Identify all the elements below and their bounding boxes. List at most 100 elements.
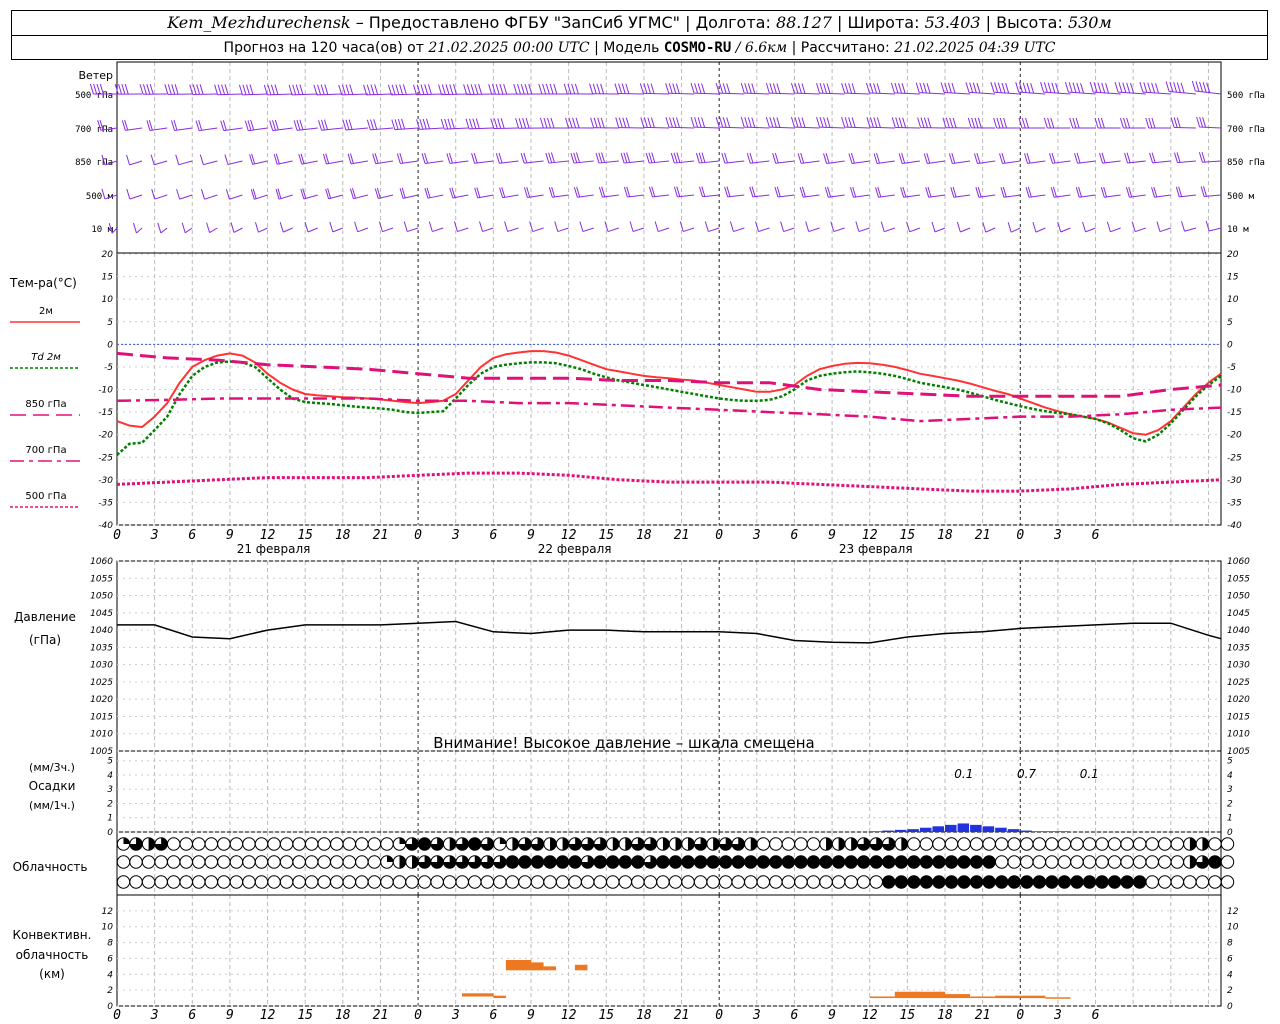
pressure-tick-right: 1025 <box>1227 678 1250 688</box>
wind-barb <box>715 83 745 95</box>
wind-barb-flag <box>504 221 509 232</box>
cloud-symbol <box>493 837 507 851</box>
wind-barb <box>1000 186 1021 198</box>
wind-barb <box>1050 186 1071 198</box>
cloud-fill <box>895 855 908 869</box>
wind-barb-flag <box>898 117 903 128</box>
cloud-circle <box>317 855 331 869</box>
wind-barb-flag <box>520 83 525 95</box>
wind-barb <box>529 221 544 233</box>
cloud-symbol <box>1120 837 1134 851</box>
wind-barb-flag <box>500 118 505 129</box>
wind-barb-flag <box>1072 82 1077 93</box>
wind-barb-shaft <box>844 126 870 129</box>
pressure-tick-left: 1055 <box>90 574 113 584</box>
wind-barb <box>695 152 720 164</box>
wind-barb-flag <box>1025 117 1030 129</box>
conv-cloud-bar <box>1045 997 1071 999</box>
wind-barb-flag <box>851 117 856 128</box>
cloud-circle <box>455 875 469 889</box>
wind-barb <box>873 153 895 165</box>
precip-tick-right: 1 <box>1227 814 1233 824</box>
wind-barb-flag <box>744 117 749 128</box>
time-tick-label-temp: 15 <box>297 528 313 543</box>
cloud-symbol <box>831 875 846 889</box>
cloud-symbol <box>806 875 821 889</box>
wind-barb <box>132 222 143 234</box>
conv-tick-right: 2 <box>1227 986 1233 996</box>
cloud-symbol <box>1158 875 1172 889</box>
wind-barb <box>866 82 895 95</box>
wind-barb-flag <box>1176 152 1181 163</box>
wind-barb-flag <box>844 83 849 94</box>
wind-barb <box>565 117 594 129</box>
precip-tick-right: 5 <box>1227 757 1233 767</box>
cloud-symbol <box>919 837 934 851</box>
wind-barb-shaft <box>657 227 670 233</box>
wind-barb <box>474 187 494 199</box>
cloud-circle <box>342 855 357 869</box>
cloud-circle <box>618 875 633 889</box>
cloud-symbol <box>1045 875 1059 889</box>
wind-barb-flag <box>272 120 276 131</box>
cloud-fill <box>1120 875 1134 889</box>
cloud-symbol <box>656 837 670 851</box>
cloud-circle <box>229 875 244 889</box>
wind-barb-flag <box>701 152 706 163</box>
cloud-circle <box>204 855 219 869</box>
cloud-circle <box>279 837 294 851</box>
wind-barb <box>446 152 469 164</box>
cloud-circle <box>217 855 231 869</box>
wind-barb-flag <box>1119 117 1124 129</box>
wind-barb-flag <box>1114 81 1119 93</box>
wind-barb <box>150 154 168 166</box>
wind-barb-flag <box>1123 117 1128 129</box>
wind-barb-flag <box>374 84 379 95</box>
wind-barb-flag <box>499 84 504 95</box>
cloud-symbol <box>367 875 382 889</box>
wind-barb-flag <box>1176 117 1181 128</box>
wind-barb-flag <box>1199 117 1204 128</box>
wind-barb-flag <box>142 84 147 95</box>
cloud-symbol <box>217 837 231 851</box>
wind-barb-shaft <box>708 227 720 233</box>
wind-barb <box>176 188 193 200</box>
wind-barb <box>1024 152 1046 164</box>
wind-barb-flag <box>318 120 322 131</box>
wind-barb-shaft <box>532 227 544 233</box>
wind-barb-flag <box>665 117 670 128</box>
wind-barb-flag <box>254 222 259 233</box>
cloud-symbol <box>744 855 758 869</box>
wind-barb <box>799 186 820 198</box>
wind-barb <box>121 119 143 131</box>
cloud-circle <box>292 855 306 869</box>
wind-barb-shaft <box>328 194 343 200</box>
wind-barb-flag <box>124 83 129 95</box>
wind-barb-flag <box>774 152 779 164</box>
wind-barb <box>1156 221 1171 233</box>
wind-barb <box>849 186 870 198</box>
conv-cloud-bar <box>945 994 971 999</box>
wind-barb-flag <box>1145 117 1150 129</box>
cloud-circle <box>769 875 783 889</box>
wind-barb-flag <box>488 84 493 95</box>
cloud-symbol <box>141 875 156 889</box>
temp-legend-label: Td 2м <box>31 352 61 363</box>
wind-barb-flag <box>823 153 828 164</box>
wind-barb-flag <box>873 117 878 128</box>
cloud-symbol <box>1107 837 1122 851</box>
cloud-symbol <box>330 875 344 889</box>
wind-barb <box>780 221 795 233</box>
time-tick-label-temp: 9 <box>527 528 535 543</box>
wind-barb <box>1191 80 1222 95</box>
cloud-symbol <box>593 837 607 851</box>
wind-barb <box>595 152 619 164</box>
wind-barb-flag <box>1151 82 1156 94</box>
cloud-symbol <box>430 837 444 851</box>
wind-barb-flag <box>199 84 204 95</box>
clouds-title: Облачность <box>13 860 88 874</box>
pressure-tick-right: 1045 <box>1227 609 1250 619</box>
wind-barb-flag <box>515 118 520 129</box>
temp-series-line <box>116 350 1222 436</box>
wind-barb-flag <box>296 119 301 131</box>
